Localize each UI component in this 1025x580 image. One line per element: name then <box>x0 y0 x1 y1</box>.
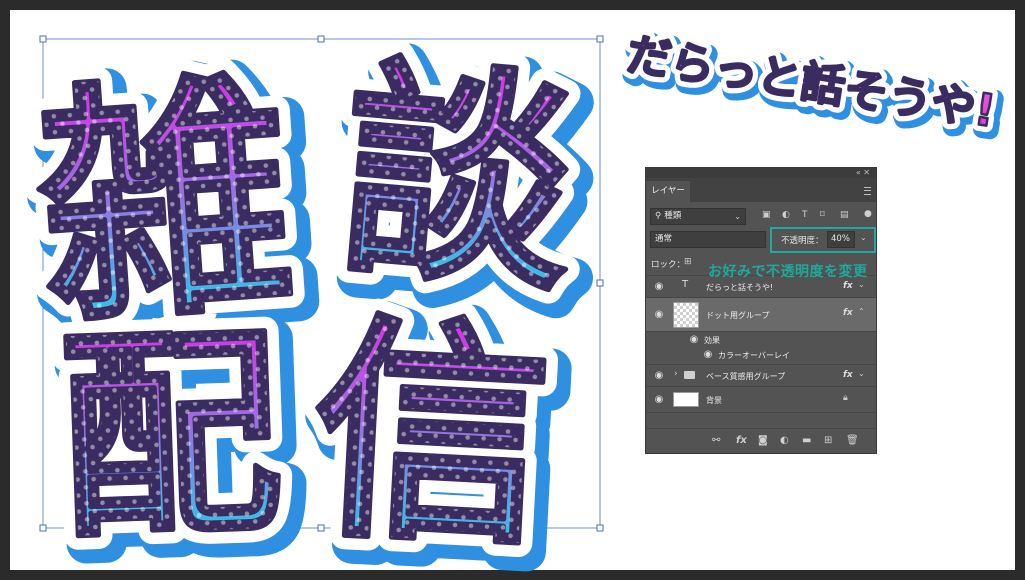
fx-icon[interactable]: fx <box>843 308 853 318</box>
lock-transparent-icon[interactable]: ⊞ <box>684 257 692 267</box>
filter-toggle-icon[interactable]: ● <box>864 209 872 219</box>
new-group-icon[interactable]: ▬ <box>802 435 811 447</box>
layer-thumbnail <box>673 302 699 328</box>
panel-tab-row: レイヤー <box>646 178 876 202</box>
effects-header-row[interactable]: ◉ 効果 <box>646 333 876 347</box>
expand-effects-icon[interactable]: ⌄ <box>858 280 865 289</box>
pixel-filter-icon[interactable]: ▣ <box>762 210 771 220</box>
add-mask-icon[interactable]: ◙ <box>758 435 768 447</box>
text-layer-icon: T <box>682 279 689 290</box>
layer-name: ドット用グループ <box>706 311 770 320</box>
adjustment-filter-icon[interactable]: ◐ <box>782 210 790 220</box>
fx-icon[interactable]: fx <box>843 281 853 291</box>
layers-panel: « ✕ レイヤー ⚲種類 ⌄ ▣ ◐ T ⌑ ▤ ● 通常 不透明度： 40% <box>645 167 877 454</box>
filter-row: ⚲ 種類 ⌄ ▣ ◐ T ⌑ ▤ ● <box>646 208 876 226</box>
blend-mode-value: 通常 <box>655 234 673 244</box>
layer-name: 背景 <box>706 396 722 405</box>
delete-layer-icon[interactable]: 🗑︎ <box>846 435 859 447</box>
blend-mode-select[interactable]: 通常 <box>650 231 766 248</box>
subtitle-group: だらっと話そうや! だらっと話そうや! だらっと話そうや! <box>617 22 1011 151</box>
expand-effects-icon[interactable]: ⌄ <box>858 369 865 378</box>
smart-object-filter-icon[interactable]: ▤ <box>840 210 849 220</box>
panel-bottom-toolbar: ⚯ fx ◙ ◐ ▬ ⊞ 🗑︎ <box>646 428 876 453</box>
photoshop-workspace: 雑 談 配 信 雑 談 配 信 雑 談 配 信 雑 談 配 信 だらっと話そうや… <box>0 0 1025 580</box>
lock-icon: 🔒︎ <box>843 393 848 403</box>
layer-row-background[interactable]: ◉ 背景 🔒︎ <box>646 387 876 413</box>
effects-label: 効果 <box>704 336 720 345</box>
visibility-eye-icon[interactable]: ◉ <box>653 309 665 321</box>
lock-label: ロック： <box>651 260 686 270</box>
layer-thumbnail <box>673 392 699 407</box>
chevron-down-icon: ⌄ <box>734 212 741 221</box>
annotation-text: お好みで不透明度を変更 <box>708 264 868 280</box>
visibility-eye-icon[interactable]: ◉ <box>653 394 665 406</box>
visibility-eye-icon[interactable]: ◉ <box>688 334 700 346</box>
type-filter-icon[interactable]: T <box>802 210 808 220</box>
link-layers-icon[interactable]: ⚯ <box>712 435 720 447</box>
new-adjustment-layer-icon[interactable]: ◐ <box>780 435 789 447</box>
effect-name: カラーオーバーレイ <box>718 351 790 360</box>
group-expand-icon[interactable]: › <box>674 369 678 379</box>
opacity-highlight-box <box>770 227 876 253</box>
visibility-eye-icon[interactable]: ◉ <box>653 281 665 293</box>
add-layer-style-icon[interactable]: fx <box>736 435 747 447</box>
filter-kind-select[interactable]: ⚲ 種類 ⌄ <box>650 208 746 225</box>
dots-dan: 談 <box>332 37 584 323</box>
dot-overlay: 雑 談 配 信 <box>29 37 584 578</box>
shape-filter-icon[interactable]: ⌑ <box>820 210 825 220</box>
panel-menu-icon[interactable] <box>864 187 871 195</box>
filter-search-icon: ⚲ <box>655 211 662 221</box>
layer-name: ベース質感用グループ <box>706 372 786 381</box>
dots-shin: 信 <box>307 294 556 579</box>
layer-row-dot-group[interactable]: ◉ ドット用グループ fx ⌃ <box>646 298 876 332</box>
panel-titlebar[interactable]: « ✕ <box>646 168 876 178</box>
collapse-effects-icon[interactable]: ⌃ <box>858 307 865 316</box>
folder-icon <box>684 371 695 379</box>
effect-row-color-overlay[interactable]: ◉ カラーオーバーレイ <box>646 348 876 362</box>
tab-layers[interactable]: レイヤー <box>646 181 690 202</box>
panel-collapse-icon[interactable]: « ✕ <box>856 168 870 178</box>
dots-hai: 配 <box>56 305 285 569</box>
visibility-eye-icon[interactable]: ◉ <box>653 370 665 382</box>
visibility-eye-icon[interactable]: ◉ <box>702 349 714 361</box>
fx-icon[interactable]: fx <box>843 370 853 380</box>
new-layer-icon[interactable]: ⊞ <box>824 435 832 447</box>
layer-name: だらっと話そうや! <box>706 283 774 292</box>
subtitle-text: だらっと話そうや! <box>623 29 998 138</box>
layer-row-base-group[interactable]: ◉ › ベース質感用グループ fx ⌄ <box>646 365 876 387</box>
filter-kind-value: 種類 <box>664 211 682 221</box>
